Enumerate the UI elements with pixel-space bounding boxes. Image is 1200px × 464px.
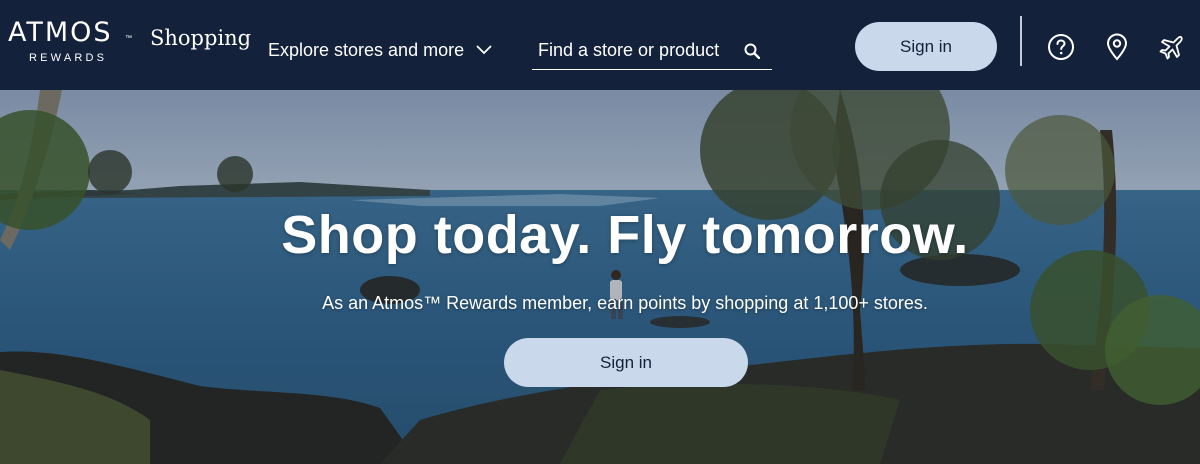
search-icon[interactable] [744,43,760,59]
header-sign-in-button[interactable]: Sign in [855,22,997,71]
atmos-rewards-logo[interactable]: ATMOS ™ REWARDS [8,18,134,68]
help-icon [1048,34,1074,60]
shopping-label[interactable]: Shopping [150,26,251,50]
logo-subtitle: REWARDS [29,52,108,64]
hero-banner: Shop today. Fly tomorrow. As an Atmos™ R… [0,90,1200,464]
logo-trademark: ™ [125,35,132,42]
hero-background-image [0,90,1200,464]
explore-stores-dropdown[interactable]: Explore stores and more [268,38,492,62]
explore-stores-label: Explore stores and more [268,39,465,60]
flights-button[interactable] [1158,33,1186,61]
chevron-down-icon [476,45,492,55]
airplane-icon [1159,35,1183,60]
help-button[interactable] [1047,33,1075,61]
header-divider [1020,16,1022,66]
logo-wordmark: ATMOS [8,17,113,48]
hero-title: Shop today. Fly tomorrow. [281,205,969,265]
search-input[interactable] [538,40,733,61]
search-box [532,32,772,70]
location-button[interactable] [1103,33,1131,61]
top-navigation-bar: ATMOS ™ REWARDS Shopping Explore stores … [0,0,1200,90]
location-pin-icon [1106,33,1128,61]
hero-subtitle: As an Atmos™ Rewards member, earn points… [322,293,928,313]
hero-sign-in-button[interactable]: Sign in [504,338,748,387]
